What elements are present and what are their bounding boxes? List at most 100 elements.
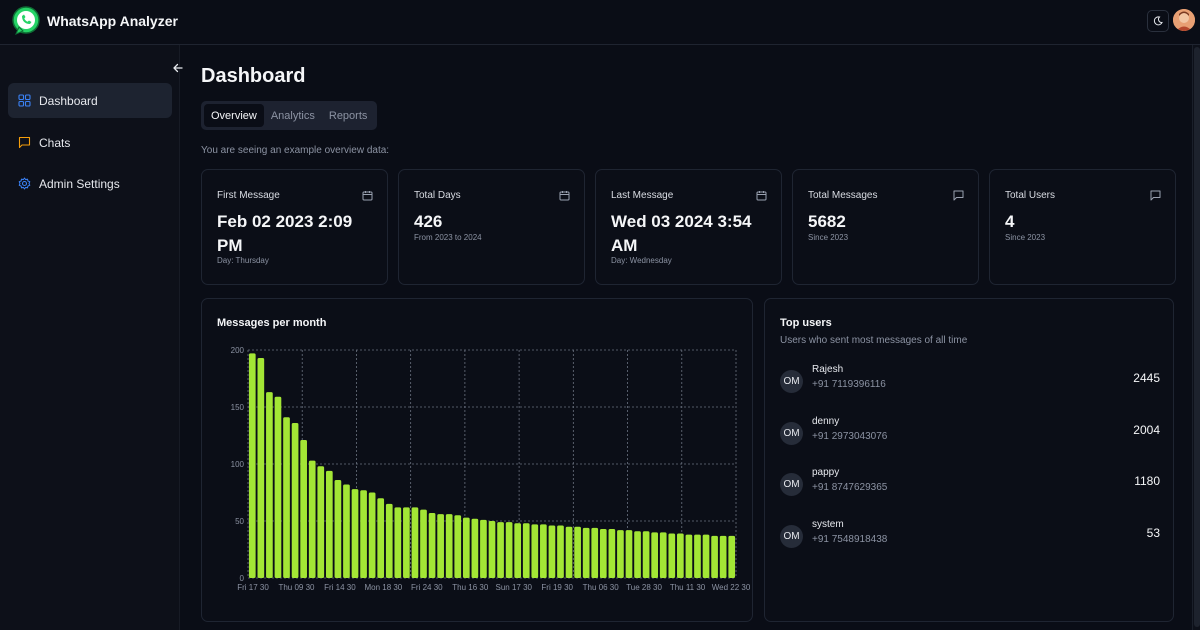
card-value: 5682 (808, 212, 846, 231)
stat-card-last-message: Last Message Wed 03 2024 3:54 AM Day: We… (595, 169, 782, 285)
messages-per-month-chart: 0 50 100 150 200 Fri 17 30 Thu 09 30 Fri 14 30 M… (231, 346, 751, 592)
user-initials-avatar: OM (780, 370, 803, 393)
user-avatar[interactable] (1173, 9, 1195, 31)
x-tick-label: Thu 16 30 (452, 583, 489, 592)
user-name: system (812, 519, 844, 530)
chart-bar (325, 470, 333, 578)
user-initials-avatar: OM (780, 525, 803, 548)
calendar-icon (756, 191, 767, 201)
chart-bar (300, 440, 307, 578)
chart-bar (608, 528, 616, 578)
user-message-count: 2445 (1133, 371, 1160, 385)
x-tick-label: Thu 09 30 (278, 583, 315, 592)
page-scrollbar[interactable] (1192, 45, 1200, 630)
chart-bar (480, 519, 487, 578)
x-tick-label: Fri 19 30 (541, 583, 573, 592)
message-icon (1150, 190, 1161, 201)
chart-bar (728, 535, 736, 578)
stat-card-total-users: Total Users 4 Since 2023 (989, 169, 1176, 285)
card-label: First Message (217, 190, 280, 201)
overview-subtitle: You are seeing an example overview data: (201, 145, 390, 156)
card-label: Last Message (611, 190, 674, 201)
message-icon (18, 136, 31, 149)
chart-bar (317, 466, 325, 578)
sidebar-item-chats[interactable]: Chats (8, 125, 172, 160)
moon-icon (1153, 16, 1163, 26)
card-label: Total Days (414, 190, 461, 201)
chart-bar (677, 533, 684, 578)
chart-bar (257, 357, 265, 578)
sidebar-item-label: Admin Settings (39, 176, 120, 191)
chart-bar (437, 514, 444, 578)
chart-bar (248, 353, 256, 578)
card-value: Feb 02 2023 2:09 PM (217, 212, 353, 255)
y-tick-label: 200 (231, 346, 245, 355)
chart-bar (394, 507, 402, 578)
tab-overview[interactable]: Overview (204, 104, 264, 127)
x-tick-label: Fri 14 30 (324, 583, 356, 592)
message-icon (953, 190, 964, 201)
chart-bar (668, 533, 676, 578)
grid-icon (18, 94, 31, 107)
user-phone: +91 7548918438 (812, 534, 888, 545)
chart-bar (488, 521, 496, 578)
chart-bar (625, 530, 633, 578)
top-users-title: Top users (780, 317, 832, 329)
stat-card-total-days: Total Days 426 From 2023 to 2024 (398, 169, 585, 285)
x-tick-label: Tue 28 30 (626, 583, 662, 592)
user-initials-avatar: OM (780, 473, 803, 496)
sidebar-item-dashboard[interactable]: Dashboard (8, 83, 172, 118)
chart-bar (599, 528, 607, 578)
chart-bar (702, 534, 710, 578)
chart-bar (308, 460, 316, 578)
x-tick-label: Sun 17 30 (495, 583, 532, 592)
user-row[interactable]: OM pappy +91 8747629365 1180 (780, 467, 1160, 507)
whatsapp-logo (12, 6, 40, 35)
chart-bar (266, 392, 273, 578)
chart-bar (659, 532, 667, 578)
chart-bar (719, 535, 727, 578)
card-subtext: Since 2023 (1005, 233, 1046, 242)
user-row[interactable]: OM system +91 7548918438 53 (780, 519, 1160, 559)
card-value: 426 (414, 212, 443, 231)
chart-bar (557, 525, 564, 578)
top-users-panel: Top users Users who sent most messages o… (764, 298, 1174, 622)
user-row[interactable]: OM denny +91 2973043076 2004 (780, 416, 1160, 456)
chart-bar (711, 535, 718, 578)
chart-bar (531, 524, 539, 578)
card-subtext: Since 2023 (808, 233, 849, 242)
x-tick-label: Wed 22 30 (712, 583, 751, 592)
card-subtext: Day: Thursday (217, 256, 269, 265)
chart-bar (411, 507, 419, 578)
x-tick-label: Mon 18 30 (364, 583, 402, 592)
chart-bar (403, 507, 410, 578)
user-message-count: 53 (1146, 526, 1160, 540)
chart-bar (420, 509, 427, 578)
chart-bar (291, 422, 299, 578)
chart-bar (582, 527, 590, 578)
user-name: Rajesh (812, 364, 844, 375)
chart-bar (274, 396, 282, 578)
card-value: Wed 03 2024 3:54 AM (611, 212, 752, 255)
top-users-description: Users who sent most messages of all time (780, 335, 968, 346)
top-bar: WhatsApp Analyzer (0, 0, 1200, 45)
main-content: Dashboard Overview Analytics Reports You… (180, 45, 1192, 630)
user-phone: +91 2973043076 (812, 431, 888, 442)
chart-bar (548, 525, 556, 578)
sidebar-item-admin-settings[interactable]: Admin Settings (8, 166, 172, 201)
stat-card-total-messages: Total Messages 5682 Since 2023 (792, 169, 979, 285)
tab-reports[interactable]: Reports (322, 104, 375, 127)
theme-toggle-button[interactable] (1147, 10, 1169, 32)
chart-bar (514, 523, 522, 578)
user-name: pappy (812, 467, 840, 478)
chart-bar (505, 522, 513, 578)
y-tick-label: 50 (235, 517, 244, 526)
card-subtext: Day: Wednesday (611, 256, 672, 265)
chart-bar (522, 523, 530, 578)
tab-analytics[interactable]: Analytics (264, 104, 322, 127)
user-initials-avatar: OM (780, 422, 803, 445)
user-row[interactable]: OM Rajesh +91 7119396116 2445 (780, 364, 1160, 404)
chart-bar (462, 517, 470, 578)
page-title: Dashboard (201, 65, 306, 87)
scrollbar-thumb[interactable] (1194, 47, 1200, 627)
